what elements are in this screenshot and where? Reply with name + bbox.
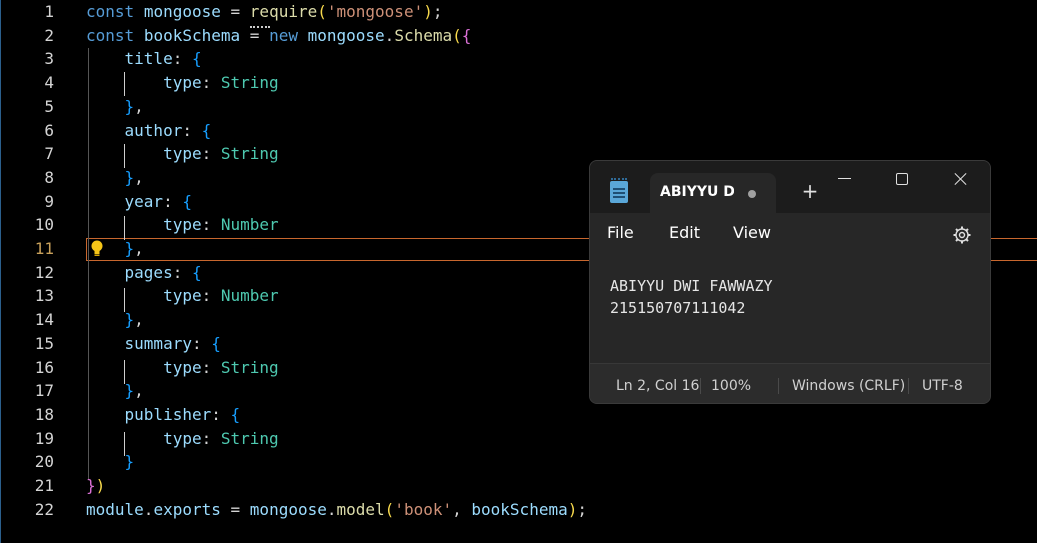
code-text: type: String — [163, 73, 279, 93]
line-number: 4 — [44, 73, 54, 93]
line-number: 9 — [44, 191, 54, 211]
line-number: 21 — [34, 476, 54, 495]
code-text: type: Number — [163, 286, 279, 306]
code-line[interactable]: 21}) — [0, 474, 1037, 498]
close-icon[interactable] — [946, 167, 976, 191]
tab-title: ABIYYU DWI FAWWAZY — [660, 184, 734, 200]
notepad-statusbar: Ln 2, Col 16 100% Windows (CRLF) UTF-8 — [590, 363, 990, 403]
line-number: 22 — [34, 499, 54, 519]
code-line[interactable]: 4 type: String — [0, 71, 1037, 95]
line-number: 3 — [44, 49, 54, 69]
maximize-icon[interactable] — [888, 167, 918, 191]
line-number: 20 — [34, 452, 54, 472]
cursor-position: Ln 2, Col 16 — [616, 378, 700, 394]
code-text: year: { — [124, 191, 192, 211]
code-text: }, — [124, 239, 144, 258]
notepad-text-area[interactable]: ABIYYU DWI FAWWAZY 215150707111042 — [610, 275, 773, 319]
code-text: publisher: { — [124, 404, 241, 424]
line-number: 2 — [44, 25, 54, 45]
line-number: 8 — [44, 167, 54, 187]
code-text: }, — [124, 381, 144, 401]
minimize-icon[interactable] — [830, 167, 860, 191]
code-text: summary: { — [124, 333, 221, 353]
code-text: pages: { — [124, 262, 202, 282]
menu-view[interactable]: View — [733, 223, 771, 242]
code-text: const bookSchema = new mongoose.Schema({ — [86, 25, 472, 45]
code-text: type: String — [163, 144, 279, 164]
line-number: 15 — [34, 333, 54, 353]
code-text: }) — [86, 476, 106, 495]
code-text: const mongoose = require('mongoose'); — [86, 2, 443, 21]
notepad-menubar: File Edit View — [590, 213, 990, 253]
line-number: 12 — [34, 262, 54, 282]
unsaved-dot-icon — [748, 190, 756, 198]
line-number: 17 — [34, 381, 54, 401]
line-number: 18 — [34, 404, 54, 424]
code-line[interactable]: 20 } — [0, 450, 1037, 474]
code-line[interactable]: 1 const mongoose = require('mongoose'); — [0, 0, 1037, 24]
code-text: module.exports = mongoose.model('book', … — [86, 499, 587, 519]
notepad-titlebar[interactable]: ABIYYU DWI FAWWAZY + — [590, 161, 990, 213]
code-text: type: String — [163, 428, 279, 448]
line-number: 5 — [44, 96, 54, 116]
notepad-window[interactable]: ABIYYU DWI FAWWAZY + File Edit View — [589, 160, 991, 404]
code-line[interactable]: 18 publisher: { — [0, 403, 1037, 427]
code-text: }, — [124, 310, 144, 330]
zoom-level[interactable]: 100% — [711, 378, 751, 394]
code-line[interactable]: 3 title: { — [0, 47, 1037, 71]
code-text: title: { — [124, 49, 202, 69]
line-number: 10 — [34, 215, 54, 235]
line-number: 1 — [44, 2, 54, 21]
code-line[interactable]: 19 type: String — [0, 427, 1037, 451]
encoding[interactable]: UTF-8 — [922, 378, 963, 394]
code-text: } — [124, 452, 135, 472]
status-divider — [778, 378, 779, 394]
code-line[interactable]: 2 const bookSchema = new mongoose.Schema(… — [0, 24, 1037, 48]
line-number: 6 — [44, 120, 54, 140]
code-text: author: { — [124, 120, 212, 140]
line-ending[interactable]: Windows (CRLF) — [792, 378, 905, 394]
gear-icon[interactable] — [952, 225, 972, 245]
notepad-tab[interactable]: ABIYYU DWI FAWWAZY — [650, 173, 776, 213]
line-number: 11 — [34, 239, 54, 258]
code-text: }, — [124, 96, 144, 116]
status-divider — [908, 378, 909, 394]
code-line[interactable]: 5 }, — [0, 95, 1037, 119]
code-text: }, — [124, 167, 144, 187]
new-tab-button[interactable]: + — [800, 181, 820, 201]
code-line[interactable]: 22 module.exports = mongoose.model('book'… — [0, 498, 1037, 522]
code-text: type: Number — [163, 215, 279, 235]
status-divider — [700, 378, 701, 394]
line-number: 7 — [44, 144, 54, 164]
line-number: 19 — [34, 428, 54, 448]
menu-edit[interactable]: Edit — [669, 223, 700, 242]
line-number: 14 — [34, 310, 54, 330]
line-number: 13 — [34, 286, 54, 306]
text-line: ABIYYU DWI FAWWAZY — [610, 277, 773, 295]
code-text: type: String — [163, 357, 279, 377]
line-number: 16 — [34, 357, 54, 377]
menu-file[interactable]: File — [607, 223, 634, 242]
code-line[interactable]: 6 author: { — [0, 119, 1037, 143]
text-line: 215150707111042 — [610, 299, 746, 317]
notepad-icon — [610, 178, 628, 203]
